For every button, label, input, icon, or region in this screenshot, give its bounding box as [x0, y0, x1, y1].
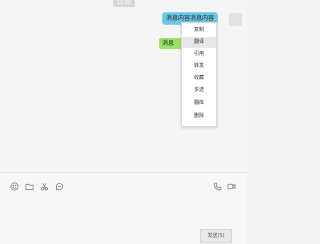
emoji-icon[interactable] [9, 181, 19, 191]
chat-history-icon[interactable] [54, 181, 64, 191]
folder-icon[interactable] [24, 181, 34, 191]
menu-item-quote[interactable]: 引用 [182, 49, 216, 60]
avatar[interactable] [229, 13, 242, 26]
menu-item-other[interactable]: 翻库 [182, 98, 216, 109]
send-button[interactable]: 发送(S) [200, 229, 232, 243]
chat-area: 11:00 消息内容消息内容 消息 复制 翻译 引用 转发 收藏 多选 翻库 删… [0, 0, 247, 172]
menu-item-delete[interactable]: 删除 [182, 111, 216, 122]
timestamp: 11:00 [113, 0, 135, 7]
video-icon[interactable] [226, 181, 236, 191]
scissors-icon[interactable] [39, 181, 49, 191]
menu-item-translate[interactable]: 翻译 [182, 37, 216, 48]
menu-item-multiselect[interactable]: 多选 [182, 85, 216, 96]
context-menu: 复制 翻译 引用 转发 收藏 多选 翻库 删除 [181, 22, 217, 127]
menu-item-copy[interactable]: 复制 [182, 25, 216, 36]
message-bubble[interactable]: 消息 [159, 38, 183, 49]
menu-item-favorite[interactable]: 收藏 [182, 73, 216, 84]
phone-icon[interactable] [212, 181, 222, 191]
menu-item-forward[interactable]: 转发 [182, 61, 216, 72]
